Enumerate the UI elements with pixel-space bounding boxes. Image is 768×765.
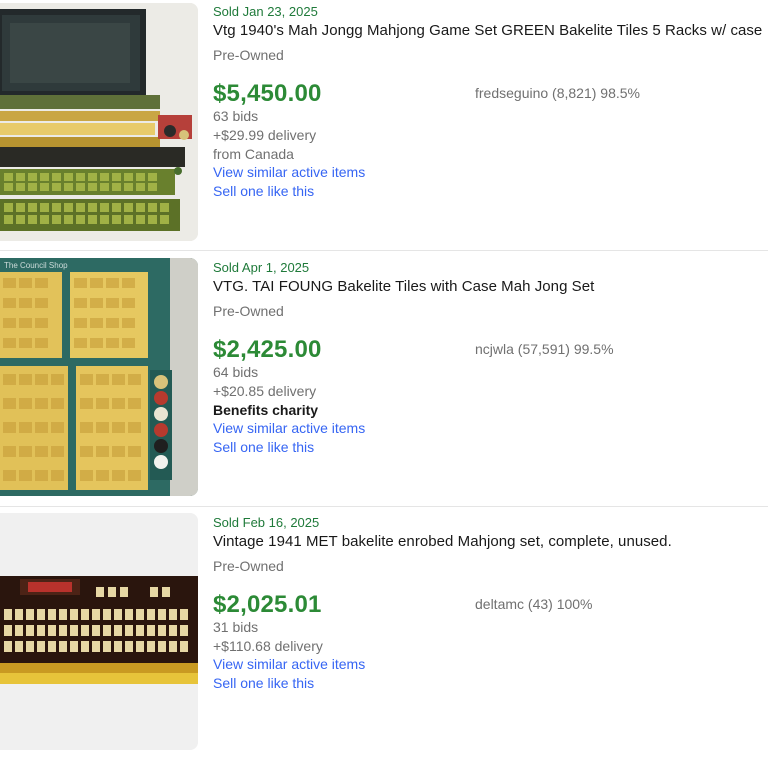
condition: Pre-Owned — [213, 47, 284, 63]
sell-one-link[interactable]: Sell one like this — [213, 439, 314, 455]
item-location: from Canada — [213, 146, 294, 162]
divider — [0, 250, 768, 251]
seller-info: ncjwla (57,591) 99.5% — [475, 341, 614, 357]
bid-count: 31 bids — [213, 619, 259, 635]
sold-price: $2,025.01 — [213, 591, 322, 618]
seller-info: deltamc (43) 100% — [475, 596, 593, 612]
delivery-cost: +$20.85 delivery — [213, 383, 317, 399]
bid-count: 64 bids — [213, 364, 259, 380]
delivery-cost: +$110.68 delivery — [213, 638, 323, 654]
listing-item: Sold Jan 23, 2025 Vtg 1940's Mah Jongg M… — [0, 0, 768, 255]
sell-one-link[interactable]: Sell one like this — [213, 675, 314, 691]
benefits-charity-label: Benefits charity — [213, 402, 319, 418]
view-similar-link[interactable]: View similar active items — [213, 420, 365, 436]
mahjong-tiles-dark-photo — [0, 513, 198, 750]
sold-date: Sold Apr 1, 2025 — [213, 260, 310, 275]
sold-date: Sold Jan 23, 2025 — [213, 4, 318, 19]
listing-item: The Council Shop Sold Apr 1, 2025 VTG. T… — [0, 255, 768, 510]
view-similar-link[interactable]: View similar active items — [213, 164, 365, 180]
mahjong-case-teal-photo — [0, 258, 198, 496]
bid-count: 63 bids — [213, 108, 259, 124]
divider — [0, 506, 768, 507]
view-similar-link[interactable]: View similar active items — [213, 656, 365, 672]
listing-image[interactable]: The Council Shop — [0, 258, 198, 496]
listing-image[interactable] — [0, 513, 198, 750]
condition: Pre-Owned — [213, 303, 284, 319]
sold-price: $5,450.00 — [213, 80, 322, 107]
listing-title[interactable]: Vintage 1941 MET bakelite enrobed Mahjon… — [213, 533, 672, 550]
delivery-cost: +$29.99 delivery — [213, 127, 317, 143]
seller-info: fredseguino (8,821) 98.5% — [475, 85, 640, 101]
sold-date: Sold Feb 16, 2025 — [213, 515, 320, 530]
sell-one-link[interactable]: Sell one like this — [213, 183, 314, 199]
listing-title[interactable]: VTG. TAI FOUNG Bakelite Tiles with Case … — [213, 278, 594, 295]
sold-price: $2,425.00 — [213, 336, 322, 363]
mahjong-case-green-photo — [0, 3, 198, 241]
image-watermark: The Council Shop — [4, 261, 68, 270]
condition: Pre-Owned — [213, 558, 284, 574]
listing-image[interactable] — [0, 3, 198, 241]
listing-title[interactable]: Vtg 1940's Mah Jongg Mahjong Game Set GR… — [213, 22, 762, 39]
listing-item: Sold Feb 16, 2025 Vintage 1941 MET bakel… — [0, 510, 768, 765]
